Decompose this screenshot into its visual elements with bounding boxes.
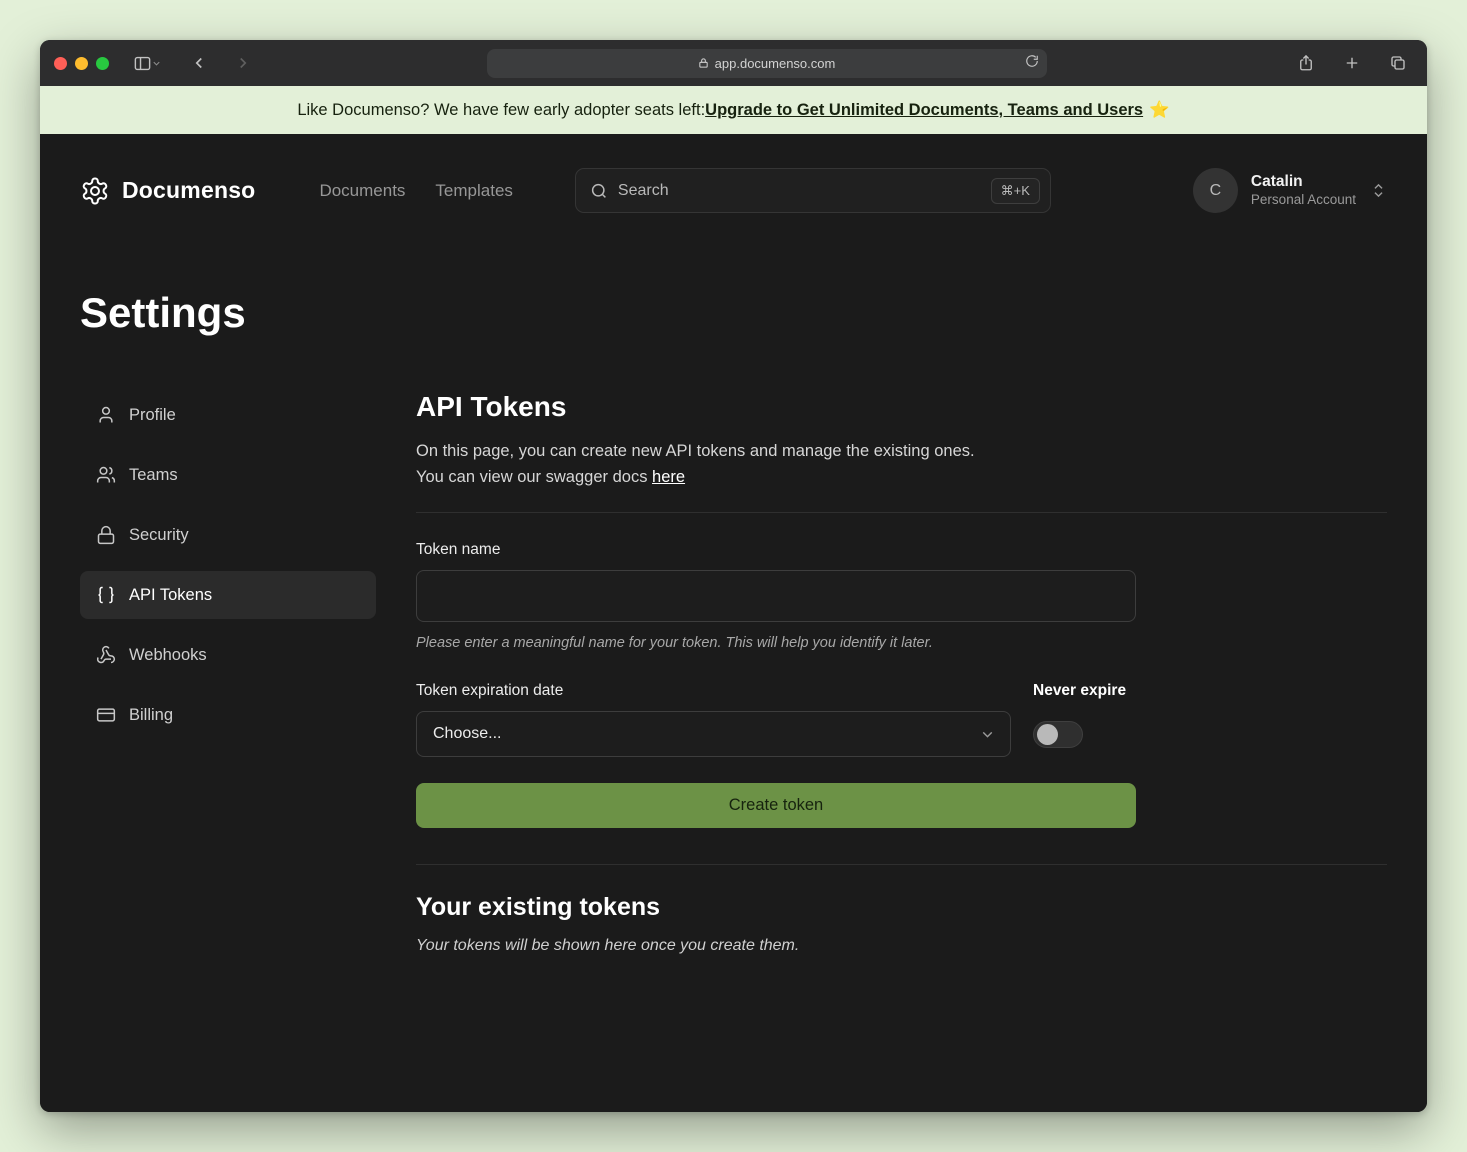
- search-shortcut: ⌘+K: [991, 178, 1040, 204]
- nav-templates[interactable]: Templates: [435, 181, 512, 201]
- brand[interactable]: Documenso: [80, 176, 255, 206]
- api-tokens-panel: API Tokens On this page, you can create …: [376, 391, 1387, 955]
- star-icon: ⭐: [1149, 101, 1170, 120]
- user-menu[interactable]: C Catalin Personal Account: [1193, 168, 1387, 213]
- browser-toolbar: app.documenso.com: [40, 40, 1427, 86]
- webhook-icon: [96, 645, 116, 665]
- promo-text: Like Documenso? We have few early adopte…: [297, 101, 705, 120]
- section-title: API Tokens: [416, 391, 1387, 423]
- forward-button[interactable]: [228, 48, 258, 78]
- swagger-docs-link[interactable]: here: [652, 468, 685, 486]
- toggle-knob: [1037, 724, 1058, 745]
- avatar: C: [1193, 168, 1238, 213]
- user-account-type: Personal Account: [1251, 192, 1356, 209]
- app-root: Documenso Documents Templates Search ⌘+K…: [40, 134, 1427, 1112]
- sidebar-item-label: Profile: [129, 406, 176, 425]
- app-header: Documenso Documents Templates Search ⌘+K…: [80, 134, 1387, 213]
- zoom-window-button[interactable]: [96, 57, 109, 70]
- users-icon: [96, 465, 116, 485]
- tab-overview-icon[interactable]: [1383, 48, 1413, 78]
- sidebar-item-profile[interactable]: Profile: [80, 391, 376, 439]
- lock-icon: [96, 525, 116, 545]
- share-icon[interactable]: [1291, 48, 1321, 78]
- sidebar-item-webhooks[interactable]: Webhooks: [80, 631, 376, 679]
- address-bar[interactable]: app.documenso.com: [487, 49, 1047, 78]
- expiration-selected-value: Choose...: [433, 725, 501, 743]
- search-input[interactable]: Search ⌘+K: [575, 168, 1051, 213]
- docs-text: You can view our swagger docs: [416, 468, 652, 486]
- top-nav: Documents Templates: [319, 181, 512, 201]
- upgrade-link[interactable]: Upgrade to Get Unlimited Documents, Team…: [705, 101, 1143, 120]
- url-text: app.documenso.com: [715, 56, 836, 71]
- back-button[interactable]: [184, 48, 214, 78]
- existing-tokens-title: Your existing tokens: [416, 893, 1387, 922]
- lock-icon: [698, 57, 709, 69]
- credit-card-icon: [96, 705, 116, 725]
- token-name-label: Token name: [416, 541, 1387, 559]
- sidebar-item-security[interactable]: Security: [80, 511, 376, 559]
- reload-icon[interactable]: [1025, 54, 1039, 68]
- token-name-input[interactable]: [416, 570, 1136, 622]
- sidebar-item-billing[interactable]: Billing: [80, 691, 376, 739]
- token-name-help: Please enter a meaningful name for your …: [416, 635, 1387, 651]
- user-icon: [96, 405, 116, 425]
- braces-icon: [96, 585, 116, 605]
- documenso-logo-icon: [80, 176, 110, 206]
- sidebar-item-label: API Tokens: [129, 586, 212, 605]
- sidebar-item-teams[interactable]: Teams: [80, 451, 376, 499]
- brand-name: Documenso: [122, 177, 255, 204]
- never-expire-label: Never expire: [1033, 682, 1126, 700]
- search-icon: [590, 182, 608, 200]
- chevrons-up-down-icon: [1370, 182, 1387, 199]
- never-expire-toggle[interactable]: [1033, 721, 1083, 748]
- sidebar-item-label: Billing: [129, 706, 173, 725]
- divider: [416, 864, 1387, 865]
- create-token-button[interactable]: Create token: [416, 783, 1136, 828]
- existing-tokens-empty-text: Your tokens will be shown here once you …: [416, 937, 1387, 955]
- section-description: On this page, you can create new API tok…: [416, 439, 1387, 465]
- sidebar-item-label: Teams: [129, 466, 178, 485]
- chevron-down-icon: [979, 726, 996, 743]
- traffic-lights: [54, 57, 109, 70]
- promo-banner: Like Documenso? We have few early adopte…: [40, 86, 1427, 134]
- new-tab-icon[interactable]: [1337, 48, 1367, 78]
- sidebar-item-api-tokens[interactable]: API Tokens: [80, 571, 376, 619]
- search-placeholder: Search: [618, 182, 981, 200]
- browser-window: app.documenso.com Like Documenso? We hav…: [40, 40, 1427, 1112]
- expiration-label: Token expiration date: [416, 682, 1011, 700]
- minimize-window-button[interactable]: [75, 57, 88, 70]
- close-window-button[interactable]: [54, 57, 67, 70]
- sidebar-chevron-icon[interactable]: [151, 58, 162, 69]
- user-name: Catalin: [1251, 172, 1356, 191]
- divider: [416, 512, 1387, 513]
- settings-sidebar: Profile Teams Security: [80, 391, 376, 739]
- page-title: Settings: [80, 289, 1387, 337]
- nav-documents[interactable]: Documents: [319, 181, 405, 201]
- sidebar-item-label: Webhooks: [129, 646, 207, 665]
- sidebar-item-label: Security: [129, 526, 189, 545]
- expiration-select[interactable]: Choose...: [416, 711, 1011, 757]
